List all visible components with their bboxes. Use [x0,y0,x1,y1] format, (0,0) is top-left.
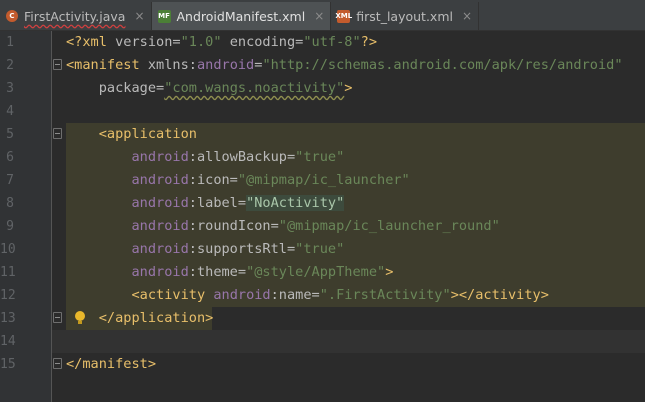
tab-label: AndroidManifest.xml [176,8,306,24]
code-line[interactable]: 1 <?xml version="1.0" encoding="utf-8"?> [0,31,645,54]
fold-toggle-icon[interactable] [53,128,62,139]
line-number: 6 [6,150,14,165]
code-text: package="com.wangs.noactivity"> [66,80,353,96]
current-line-highlight [52,330,645,353]
code-line[interactable]: 11 android:theme="@style/AppTheme"> [0,261,645,284]
line-number: 9 [6,219,14,234]
fold-toggle-icon[interactable] [53,358,62,369]
code-line[interactable]: 15 </manifest> [0,353,645,376]
code-line[interactable]: 7 android:icon="@mipmap/ic_launcher" [0,169,645,192]
code-text: android:theme="@style/AppTheme"> [66,264,394,280]
line-number: 13 [0,311,16,326]
fold-toggle-icon[interactable] [53,312,62,323]
tab-android-manifest-xml[interactable]: MF AndroidManifest.xml × [151,2,332,30]
code-line[interactable]: 8 android:label="NoActivity" [0,192,645,215]
code-text: android:supportsRtl="true" [66,241,345,257]
line-number: 3 [6,81,14,96]
line-number: 1 [6,35,14,50]
layout-file-icon: XML [335,9,352,23]
tab-label: first_layout.xml [356,8,453,24]
code-text: <?xml version="1.0" encoding="utf-8"?> [66,34,378,50]
code-line[interactable]: 3 package="com.wangs.noactivity"> [0,77,645,100]
code-text: android:roundIcon="@mipmap/ic_launcher_r… [66,218,500,234]
code-text: </manifest> [66,356,157,372]
code-text: android:icon="@mipmap/ic_launcher" [66,172,410,188]
line-number: 14 [0,334,16,349]
line-number: 2 [6,58,14,73]
tab-label: FirstActivity.java [24,8,126,24]
code-editor[interactable]: 1 <?xml version="1.0" encoding="utf-8"?> 2… [0,31,645,402]
code-line[interactable]: 10 android:supportsRtl="true" [0,238,645,261]
code-text: android:allowBackup="true" [66,149,345,165]
code-line[interactable]: 9 android:roundIcon="@mipmap/ic_launcher… [0,215,645,238]
code-line[interactable]: 2 <manifest xmlns:android="http://schemas… [0,54,645,77]
line-number: 8 [6,196,14,211]
close-icon[interactable]: × [314,9,324,23]
code-line[interactable]: 14 [0,330,645,353]
java-file-icon: C [6,10,18,22]
close-icon[interactable]: × [462,9,472,23]
editor-tab-bar: C FirstActivity.java × MF AndroidManifes… [0,0,645,31]
tab-first-activity-java[interactable]: C FirstActivity.java × [0,2,152,30]
line-number: 10 [0,242,16,257]
code-text: <manifest xmlns:android="http://schemas.… [66,57,623,73]
line-number: 15 [0,357,16,372]
line-number: 7 [6,173,14,188]
line-number: 12 [0,288,16,303]
code-text: <activity android:name=".FirstActivity">… [66,287,549,303]
code-text: </application> [66,310,214,326]
manifest-file-icon: MF [157,9,171,23]
code-text: android:label="NoActivity" [66,195,345,211]
code-line[interactable]: 5 <application [0,123,645,146]
code-line[interactable]: 4 [0,100,645,123]
close-icon[interactable]: × [134,9,144,23]
tab-first-layout-xml[interactable]: XML first_layout.xml × [331,2,480,30]
line-number: 11 [0,265,16,280]
code-text: <application [66,126,197,142]
code-line[interactable]: 6 android:allowBackup="true" [0,146,645,169]
code-line[interactable]: 13 </application> [0,307,645,330]
line-number: 4 [6,104,14,119]
line-number: 5 [6,127,14,142]
code-line[interactable]: 12 <activity android:name=".FirstActivit… [0,284,645,307]
fold-toggle-icon[interactable] [53,59,62,70]
